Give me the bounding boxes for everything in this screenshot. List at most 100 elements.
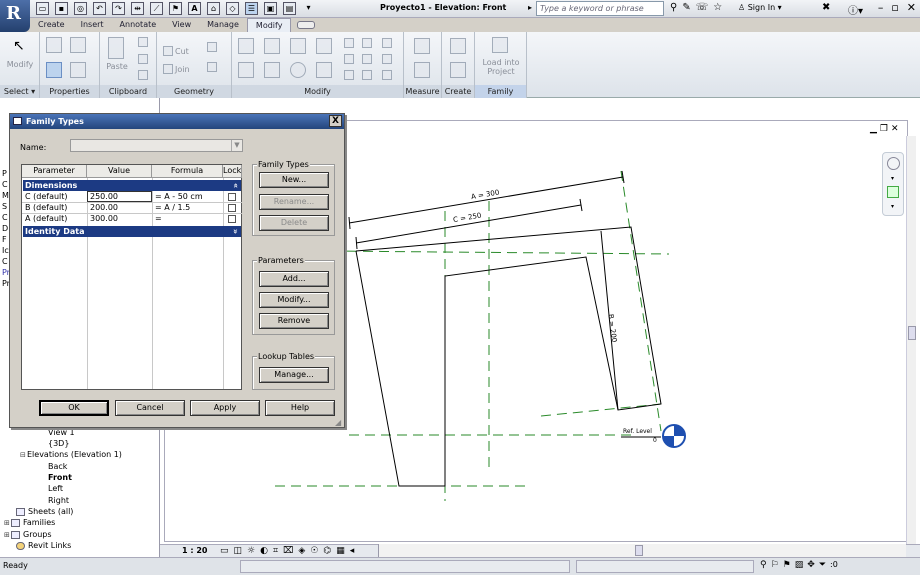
ref-plane[interactable] [330, 250, 670, 255]
ribbon-minimize-toggle[interactable] [297, 21, 316, 29]
select-by-face-icon[interactable]: ▨ [795, 560, 804, 570]
scroll-left-icon[interactable]: ◂ [350, 546, 355, 556]
paste-icon[interactable] [108, 37, 124, 59]
vertical-scrollbar[interactable] [906, 136, 916, 544]
view-restore-button[interactable]: ❐ [880, 124, 888, 134]
ref-level-label[interactable]: Ref. Level [623, 428, 652, 435]
select-underlay-icon[interactable]: ⚐ [771, 560, 779, 570]
save-icon[interactable]: ▪ [55, 2, 68, 15]
chevron-down-icon[interactable]: ▼ [231, 140, 242, 151]
formula-input[interactable]: = A - 50 cm [153, 192, 223, 202]
expand-icon[interactable]: » [230, 229, 241, 234]
pin-icon[interactable] [344, 54, 354, 64]
drag-elements-icon[interactable]: ✥ [807, 560, 815, 570]
dimension-line-a[interactable] [348, 176, 624, 224]
aligned-dimension-icon[interactable] [414, 62, 430, 78]
browser-item-sheets[interactable]: Sheets (all) [16, 507, 73, 516]
dimension-witness[interactable] [348, 216, 351, 230]
minimize-button[interactable]: – [878, 1, 884, 14]
browser-item-front[interactable]: Front [48, 473, 72, 482]
ref-plane[interactable] [620, 170, 662, 432]
communication-icon[interactable]: ☏ [696, 2, 709, 13]
browser-item-3d[interactable]: {3D} [48, 439, 69, 448]
delete-icon[interactable] [382, 54, 392, 64]
remove-icon[interactable] [382, 70, 392, 80]
dimension-line-c[interactable] [355, 204, 582, 244]
trim-icon[interactable] [316, 62, 332, 78]
properties-icon[interactable] [46, 37, 62, 53]
join-button[interactable]: Join [175, 65, 190, 74]
lock-checkbox[interactable] [228, 215, 236, 223]
reveal-hidden-icon[interactable]: ☉ [310, 546, 318, 556]
scroll-thumb[interactable] [908, 326, 916, 340]
family-types-icon[interactable] [46, 62, 62, 78]
help-button[interactable]: Help [265, 400, 335, 416]
default-3d-icon[interactable]: ⌂ [207, 2, 220, 15]
value-input[interactable]: 250.00 [87, 191, 152, 202]
select-dropdown[interactable]: Select ▾ [0, 85, 39, 98]
redo-icon[interactable]: ↷ [112, 2, 125, 15]
split-face-icon[interactable] [207, 62, 217, 72]
exchange-icon[interactable]: ✖ [822, 2, 830, 13]
collapse-icon[interactable]: » [230, 183, 241, 188]
split-icon[interactable] [344, 38, 354, 48]
value-input[interactable]: 300.00 [88, 214, 152, 224]
tab-modify[interactable]: Modify [246, 18, 292, 32]
select-pinned-icon[interactable]: ⚑ [783, 560, 791, 570]
worksharing-icon[interactable]: ▦ [336, 546, 345, 556]
mirror-draw-icon[interactable] [316, 38, 332, 54]
search-expand-icon[interactable]: ▸ [528, 3, 532, 12]
cut-icon[interactable] [138, 37, 148, 47]
array-icon[interactable] [362, 38, 372, 48]
sync-icon[interactable]: ◎ [74, 2, 87, 15]
trim-single-icon[interactable] [344, 70, 354, 80]
cancel-button[interactable]: Cancel [115, 400, 185, 416]
remove-parameter-button[interactable]: Remove [259, 313, 329, 329]
crop-icon[interactable]: ⌗ [273, 546, 278, 556]
column-header-value[interactable]: Value [87, 165, 152, 178]
help-icon[interactable]: ⓘ▾ [848, 2, 863, 17]
dimension-icon[interactable]: ⟋ [150, 2, 163, 15]
measure-icon[interactable]: ⇹ [131, 2, 144, 15]
qat-dropdown-icon[interactable]: ▾ [302, 2, 315, 15]
detail-level-icon[interactable]: ▭ [220, 546, 229, 556]
modify-parameter-button[interactable]: Modify... [259, 292, 329, 308]
resize-grip-icon[interactable]: ◢ [335, 418, 343, 427]
view-close-button[interactable]: ✕ [891, 124, 899, 134]
column-header-lock[interactable]: Lock [223, 165, 242, 178]
cut-geometry-icon[interactable] [163, 46, 173, 56]
trim-multiple-icon[interactable] [362, 70, 372, 80]
tab-insert[interactable]: Insert [73, 18, 112, 32]
tab-create[interactable]: Create [30, 18, 73, 32]
filter-icon[interactable]: ⏷ [819, 560, 826, 570]
tag-icon[interactable]: ⚑ [169, 2, 182, 15]
visual-style-icon[interactable]: ◫ [234, 546, 243, 556]
dimension-witness[interactable] [355, 236, 358, 250]
copy-icon[interactable] [138, 54, 148, 64]
void-icon[interactable] [207, 42, 217, 52]
new-type-button[interactable]: New... [259, 172, 329, 188]
maximize-button[interactable]: ▫ [891, 1, 898, 14]
favorites-icon[interactable]: ☆ [713, 2, 722, 13]
temporary-hide-icon[interactable]: ◈ [298, 546, 305, 556]
group-dimensions[interactable]: Dimensions » [23, 180, 241, 191]
offset-icon[interactable] [264, 38, 280, 54]
column-header-parameter[interactable]: Parameter [22, 165, 87, 178]
extrusion-outline[interactable] [355, 226, 662, 487]
application-menu-button[interactable]: R [0, 0, 30, 32]
load-into-project-icon[interactable] [492, 37, 508, 53]
lock-checkbox[interactable] [228, 193, 236, 201]
switch-windows-icon[interactable]: ▤ [283, 2, 296, 15]
modify-button[interactable]: Modify [4, 60, 36, 69]
dimension-label-b[interactable]: B = 200 [606, 313, 618, 342]
browser-item-right[interactable]: Right [48, 496, 69, 505]
load-into-project-button[interactable]: Load into Project [477, 58, 525, 76]
scale-icon[interactable] [382, 38, 392, 48]
dialog-close-button[interactable]: X [329, 115, 342, 127]
dropdown-icon[interactable]: ▾ [891, 203, 894, 210]
browser-item-groups[interactable]: ⊞ Groups [4, 530, 52, 539]
name-dropdown[interactable]: ▼ [70, 139, 243, 152]
browser-item-elevations[interactable]: ⊟Elevations (Elevation 1) [20, 450, 122, 459]
sign-in-button[interactable]: ♙ Sign In ▾ [738, 3, 782, 12]
tab-annotate[interactable]: Annotate [112, 18, 165, 32]
